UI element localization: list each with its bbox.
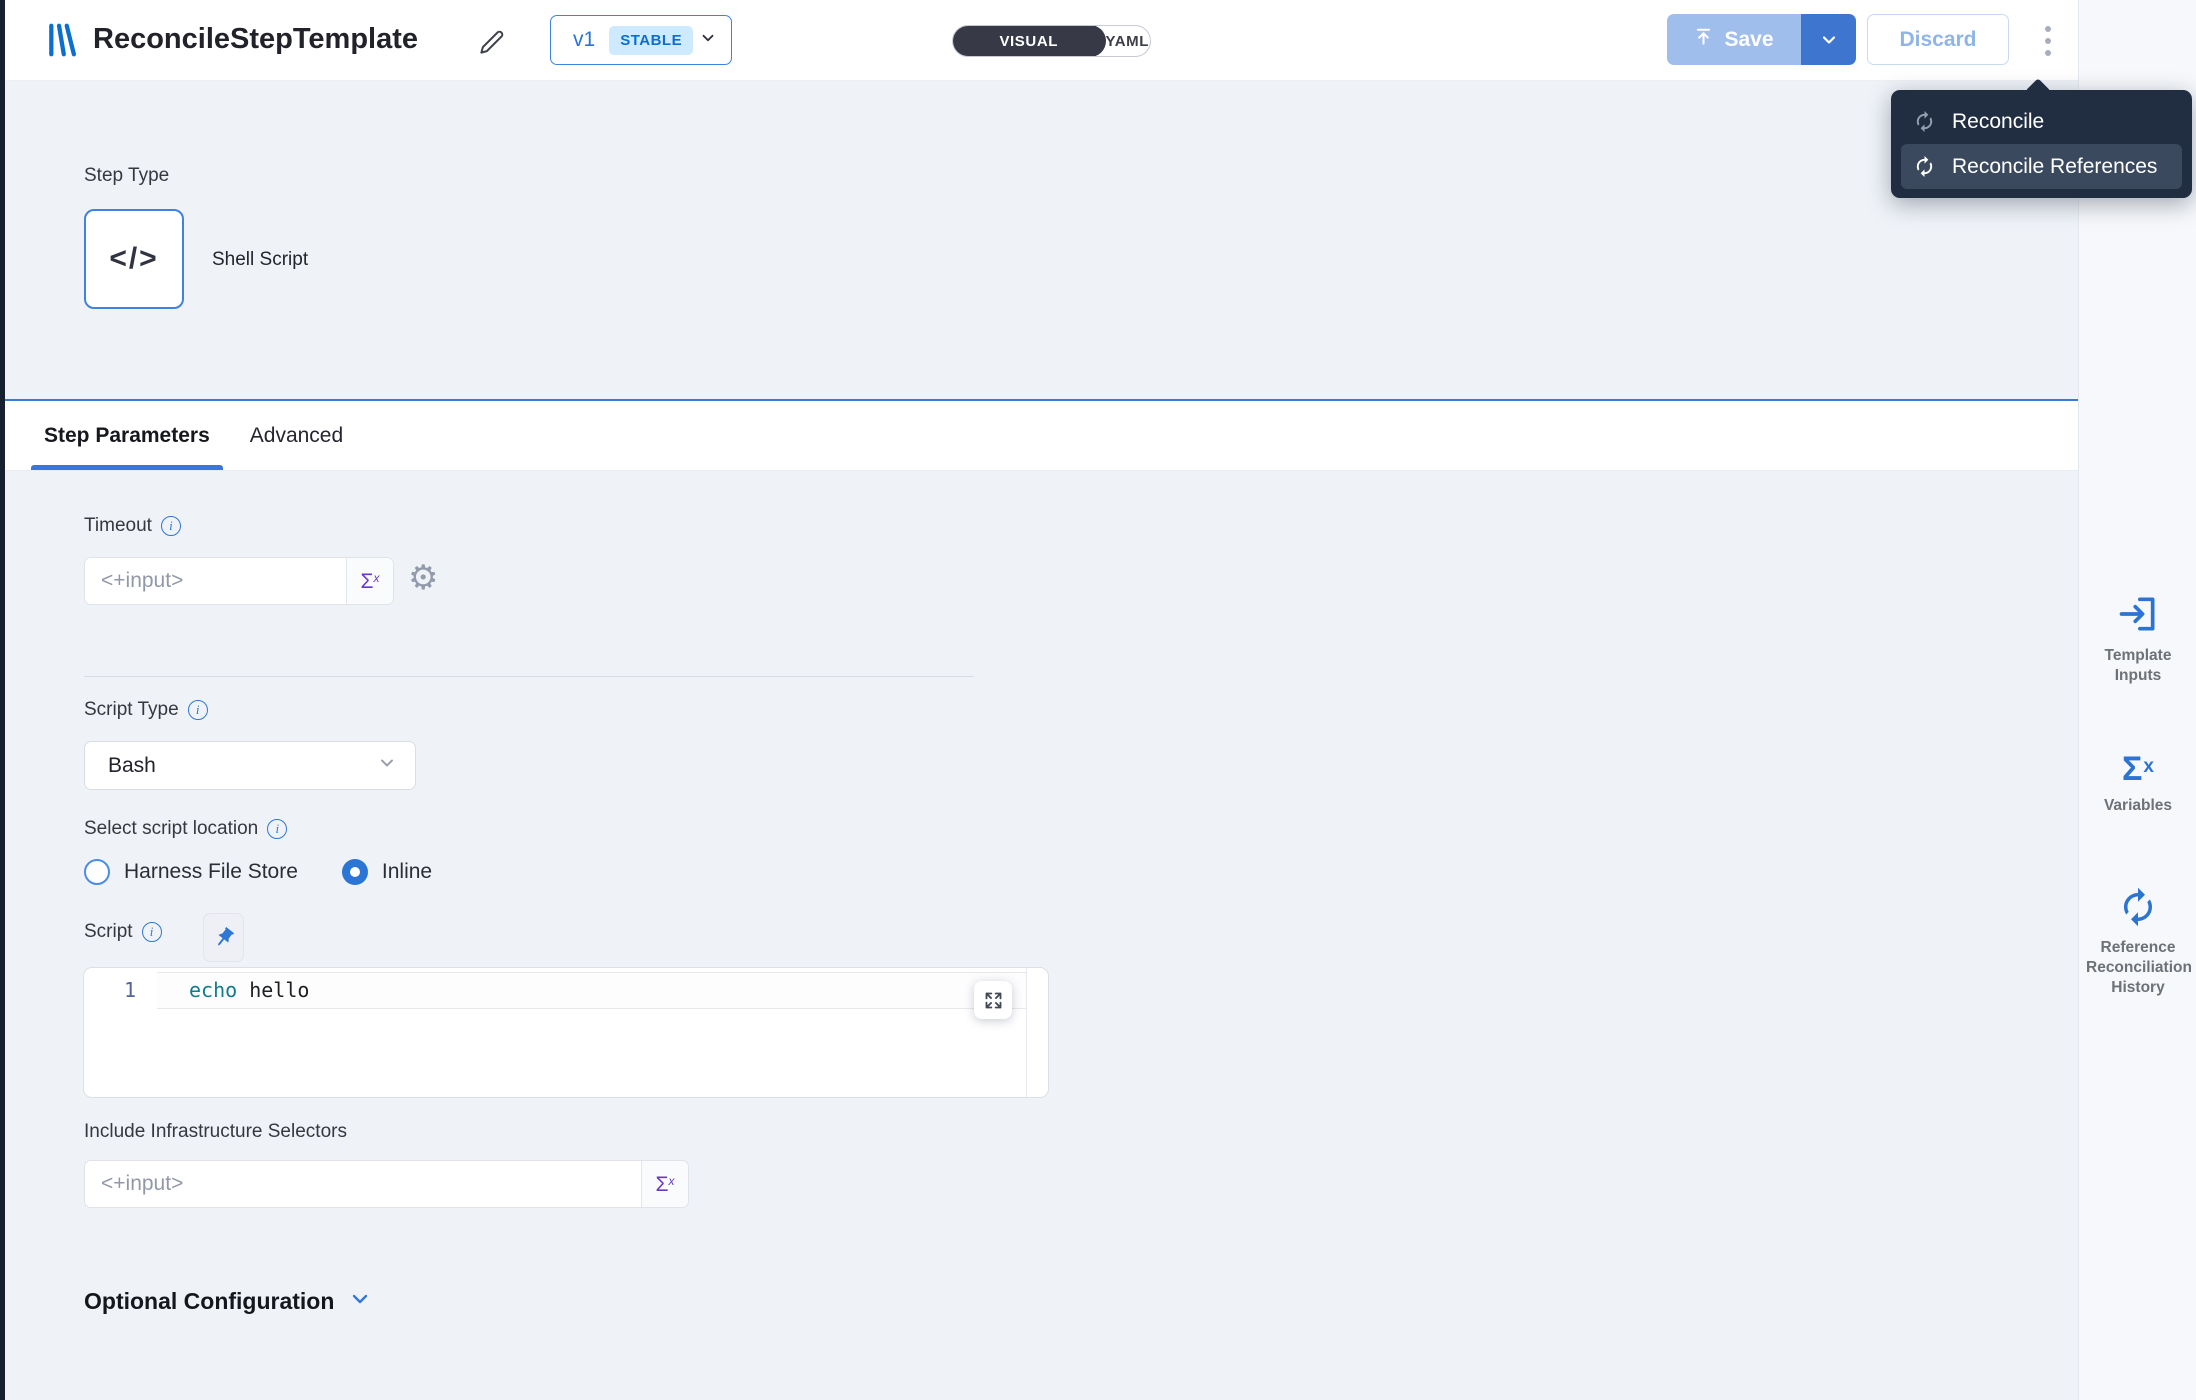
infra-selectors-input-group: Σx — [84, 1160, 689, 1208]
toggle-visual[interactable]: VISUAL — [952, 25, 1106, 57]
discard-button[interactable]: Discard — [1867, 14, 2009, 65]
tab-advanced-label: Advanced — [250, 424, 343, 448]
refresh-history-icon — [2117, 886, 2159, 928]
script-location-radio-group: Harness File Store Inline — [84, 859, 432, 885]
tab-advanced[interactable]: Advanced — [237, 401, 356, 470]
save-button[interactable]: Save — [1667, 14, 1801, 65]
shell-script-step-card[interactable]: </> — [84, 209, 184, 309]
gear-icon[interactable]: ⚙ — [408, 561, 438, 595]
radio-harness-file-store-label[interactable]: Harness File Store — [124, 860, 298, 884]
script-type-select[interactable]: Bash — [84, 741, 416, 790]
stable-badge: STABLE — [609, 26, 693, 55]
menu-item-label: Reconcile References — [1952, 155, 2157, 179]
timeout-input-group: Σx — [84, 557, 394, 605]
rail-item-reference-reconciliation-history[interactable]: Reference Reconciliation History — [2079, 886, 2196, 998]
timeout-label: Timeout i — [84, 515, 181, 537]
right-rail: Template Inputs Σx Variables Reference R… — [2078, 0, 2196, 1400]
code-line: echo hello — [189, 972, 309, 1009]
upload-icon — [1694, 27, 1713, 52]
script-location-label: Select script location i — [84, 818, 287, 840]
info-icon[interactable]: i — [267, 819, 287, 839]
script-code-editor[interactable]: 1 echo hello — [83, 967, 1049, 1098]
chevron-down-icon — [348, 1287, 372, 1316]
step-type-zone: Step Type </> Shell Script — [5, 81, 2078, 399]
optional-configuration-toggle[interactable]: Optional Configuration — [84, 1287, 372, 1316]
more-options-kebab-icon[interactable] — [2033, 20, 2063, 62]
refresh-icon — [1913, 110, 1936, 133]
reconcile-popup-menu: Reconcile Reconcile References — [1891, 90, 2192, 198]
save-label: Save — [1724, 28, 1773, 52]
timeout-input[interactable] — [85, 558, 346, 604]
chevron-down-icon — [699, 29, 717, 52]
rail-item-label: Variables — [2100, 796, 2176, 816]
rail-item-variables[interactable]: Σx Variables — [2079, 752, 2196, 816]
radio-inline-label[interactable]: Inline — [382, 860, 432, 884]
optional-configuration-label: Optional Configuration — [84, 1288, 334, 1315]
expression-input-icon[interactable]: Σx — [346, 558, 393, 604]
info-icon[interactable]: i — [188, 700, 208, 720]
radio-inline[interactable] — [342, 859, 368, 885]
rail-item-label: Reference Reconciliation History — [2082, 938, 2194, 998]
field-divider — [84, 676, 974, 677]
refresh-icon — [1913, 155, 1936, 178]
editor-scrollbar-track — [1026, 968, 1027, 1097]
line-number: 1 — [84, 972, 136, 1009]
radio-harness-file-store[interactable] — [84, 859, 110, 885]
infra-selectors-label: Include Infrastructure Selectors — [84, 1121, 347, 1143]
infra-selectors-input[interactable] — [85, 1161, 641, 1207]
chevron-down-icon — [377, 753, 397, 778]
version-label: v1 — [573, 28, 595, 52]
step-type-value: Shell Script — [212, 249, 308, 271]
harness-template-library-icon — [43, 21, 81, 64]
visual-yaml-toggle: VISUAL YAML — [952, 25, 1151, 57]
script-type-label: Script Type i — [84, 699, 208, 721]
template-studio-page: ReconcileStepTemplate v1 STABLE VISUAL Y… — [0, 0, 2196, 1400]
edit-name-pencil-icon[interactable] — [475, 26, 509, 60]
info-icon[interactable]: i — [142, 922, 162, 942]
menu-item-reconcile-references[interactable]: Reconcile References — [1901, 144, 2182, 189]
header: ReconcileStepTemplate v1 STABLE VISUAL Y… — [5, 0, 2078, 81]
pin-icon[interactable] — [203, 913, 244, 962]
expression-input-icon[interactable]: Σx — [641, 1161, 688, 1207]
step-type-label: Step Type — [84, 165, 169, 187]
tab-step-parameters[interactable]: Step Parameters — [31, 401, 223, 470]
step-parameters-panel: Timeout i Σx ⚙ Script Type i Bash Select… — [5, 471, 2078, 1400]
variables-sigma-icon: Σx — [2122, 752, 2154, 786]
toggle-yaml[interactable]: YAML — [1105, 26, 1151, 56]
tab-bar: Step Parameters Advanced — [5, 401, 2078, 471]
version-dropdown[interactable]: v1 STABLE — [550, 15, 732, 65]
discard-label: Discard — [1899, 28, 1976, 52]
script-label: Script i — [84, 921, 162, 943]
rail-item-template-inputs[interactable]: Template Inputs — [2079, 592, 2196, 686]
shell-script-code-icon: </> — [109, 242, 158, 276]
save-split-button: Save — [1667, 14, 1856, 65]
template-inputs-icon — [2116, 592, 2160, 636]
info-icon[interactable]: i — [161, 516, 181, 536]
expand-fullscreen-icon[interactable] — [974, 981, 1012, 1019]
tab-step-parameters-label: Step Parameters — [44, 424, 210, 448]
rail-item-label: Template Inputs — [2096, 646, 2180, 686]
menu-item-reconcile[interactable]: Reconcile — [1901, 99, 2182, 144]
page-title: ReconcileStepTemplate — [93, 23, 418, 56]
code-text: hello — [249, 978, 309, 1002]
active-tab-underline — [31, 465, 223, 470]
menu-item-label: Reconcile — [1952, 110, 2044, 134]
code-keyword: echo — [189, 978, 237, 1002]
script-type-value: Bash — [108, 754, 156, 778]
save-options-caret[interactable] — [1801, 14, 1856, 65]
